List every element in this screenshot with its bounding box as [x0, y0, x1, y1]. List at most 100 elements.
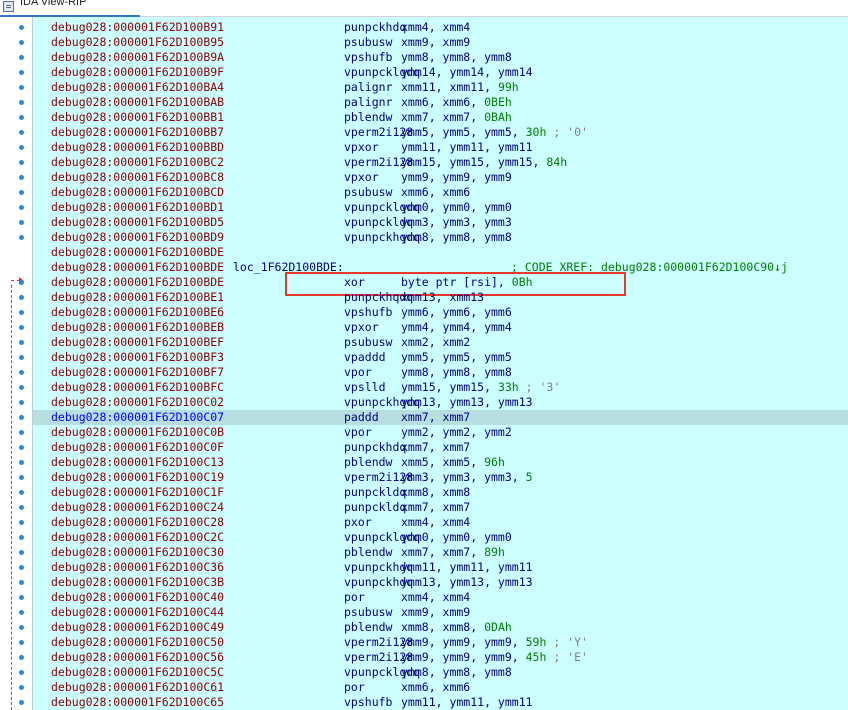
breakpoint-dot-icon[interactable] — [19, 160, 24, 165]
code-line[interactable]: debug028:000001F62D100C1F punpckldq xmm8, … — [33, 485, 848, 500]
breakpoint-dot-icon[interactable] — [19, 130, 24, 135]
code-line[interactable]: debug028:000001F62D100BD1 vpunpcklqdq ymm0… — [33, 200, 848, 215]
breakpoint-dot-icon[interactable] — [19, 685, 24, 690]
breakpoint-dot-icon[interactable] — [19, 385, 24, 390]
code-line[interactable]: debug028:000001F62D100BB7 vperm2i128 ymm5,… — [33, 125, 848, 140]
code-line[interactable]: debug028:000001F62D100C40 por xmm4, xmm4 — [33, 590, 848, 605]
breakpoint-dot-icon[interactable] — [19, 235, 24, 240]
breakpoint-dot-icon[interactable] — [19, 550, 24, 555]
code-line[interactable]: debug028:000001F62D100BA4 palignr xmm11, x… — [33, 80, 848, 95]
breakpoint-dot-icon[interactable] — [19, 115, 24, 120]
breakpoint-dot-icon[interactable] — [19, 670, 24, 675]
code-line[interactable]: debug028:000001F62D100BD9 vpunpckhqdq ymm8… — [33, 230, 848, 245]
breakpoint-dot-icon[interactable] — [19, 460, 24, 465]
breakpoint-dot-icon[interactable] — [19, 520, 24, 525]
code-line[interactable]: debug028:000001F62D100BDE xor byte ptr [rs… — [33, 275, 848, 290]
breakpoint-dot-icon[interactable] — [19, 40, 24, 45]
instruction-operands: xmm9, xmm9 — [401, 605, 470, 620]
code-line[interactable]: debug028:000001F62D100BE6 vpshufb ymm6, ym… — [33, 305, 848, 320]
code-line[interactable]: debug028:000001F62D100C5C vpunpcklqdq ymm8… — [33, 665, 848, 680]
breakpoint-dot-icon[interactable] — [19, 280, 24, 285]
code-line[interactable]: debug028:000001F62D100C56 vperm2i128 ymm9,… — [33, 650, 848, 665]
code-line[interactable]: debug028:000001F62D100C50 vperm2i128 ymm9,… — [33, 635, 848, 650]
code-line[interactable]: debug028:000001F62D100BC2 vperm2i128 ymm15… — [33, 155, 848, 170]
code-line[interactable]: debug028:000001F62D100BEF psubusw xmm2, xm… — [33, 335, 848, 350]
disassembly-view[interactable]: debug028:000001F62D100B91 punpckhdq xmm4, … — [0, 17, 848, 710]
code-line[interactable]: debug028:000001F62D100BDE loc_1F62D100BDE… — [33, 260, 848, 275]
breakpoint-dot-icon[interactable] — [19, 220, 24, 225]
xref-comment[interactable]: ; CODE XREF: debug028:000001F62D100C90↓j — [511, 260, 788, 275]
breakpoint-dot-icon[interactable] — [19, 595, 24, 600]
code-line[interactable]: debug028:000001F62D100C0B vpor ymm2, ymm2,… — [33, 425, 848, 440]
code-line[interactable]: debug028:000001F62D100BF3 vpaddd ymm5, ymm… — [33, 350, 848, 365]
code-line[interactable]: debug028:000001F62D100BCD psubusw xmm6, xm… — [33, 185, 848, 200]
breakpoint-dot-icon[interactable] — [19, 415, 24, 420]
breakpoint-dot-icon[interactable] — [19, 190, 24, 195]
code-line[interactable]: debug028:000001F62D100C49 pblendw xmm8, xm… — [33, 620, 848, 635]
breakpoint-dot-icon[interactable] — [19, 370, 24, 375]
code-line[interactable]: debug028:000001F62D100BE1 punpckhqdq xmm13… — [33, 290, 848, 305]
code-label[interactable]: loc_1F62D100BDE: — [233, 260, 344, 275]
breakpoint-dot-icon[interactable] — [19, 145, 24, 150]
line-address: debug028:000001F62D100C3B — [51, 575, 225, 589]
code-line[interactable]: debug028:000001F62D100BFC vpslld ymm15, ym… — [33, 380, 848, 395]
breakpoint-dot-icon[interactable] — [19, 25, 24, 30]
code-line[interactable]: debug028:000001F62D100BEB vpxor ymm4, ymm4… — [33, 320, 848, 335]
code-line[interactable]: debug028:000001F62D100BF7 vpor ymm8, ymm8,… — [33, 365, 848, 380]
breakpoint-dot-icon[interactable] — [19, 295, 24, 300]
breakpoint-dot-icon[interactable] — [19, 85, 24, 90]
code-line[interactable]: debug028:000001F62D100C07 paddd xmm7, xmm7 — [33, 410, 848, 425]
code-line[interactable]: debug028:000001F62D100BD5 vpunpckldq ymm3,… — [33, 215, 848, 230]
code-line[interactable]: debug028:000001F62D100C2C vpunpcklqdq ymm0… — [33, 530, 848, 545]
code-line[interactable]: debug028:000001F62D100C3B vpunpckhdq ymm13… — [33, 575, 848, 590]
code-line[interactable]: debug028:000001F62D100B91 punpckhdq xmm4, … — [33, 20, 848, 35]
code-line[interactable]: debug028:000001F62D100C61 por xmm6, xmm6 — [33, 680, 848, 695]
breakpoint-dot-icon[interactable] — [19, 565, 24, 570]
code-line[interactable]: debug028:000001F62D100B95 psubusw xmm9, xm… — [33, 35, 848, 50]
breakpoint-dot-icon[interactable] — [19, 430, 24, 435]
code-line[interactable]: debug028:000001F62D100BB1 pblendw xmm7, xm… — [33, 110, 848, 125]
breakpoint-dot-icon[interactable] — [19, 700, 24, 705]
breakpoint-dot-icon[interactable] — [19, 445, 24, 450]
breakpoint-dot-icon[interactable] — [19, 310, 24, 315]
code-line[interactable]: debug028:000001F62D100C13 pblendw xmm5, xm… — [33, 455, 848, 470]
breakpoint-dot-icon[interactable] — [19, 640, 24, 645]
breakpoint-dot-icon[interactable] — [19, 535, 24, 540]
code-line[interactable]: debug028:000001F62D100BBD vpxor ymm11, ymm… — [33, 140, 848, 155]
breakpoint-dot-icon[interactable] — [19, 625, 24, 630]
breakpoint-dot-icon[interactable] — [19, 325, 24, 330]
code-line[interactable]: debug028:000001F62D100C30 pblendw xmm7, xm… — [33, 545, 848, 560]
breakpoint-dot-icon[interactable] — [19, 400, 24, 405]
code-line[interactable]: debug028:000001F62D100C02 vpunpckhqdq ymm1… — [33, 395, 848, 410]
operand-registers: xmm6, xmm6 — [401, 185, 471, 199]
breakpoint-dot-icon[interactable] — [19, 580, 24, 585]
instruction-operands: xmm8, xmm8, 0DAh — [401, 620, 512, 635]
breakpoint-dot-icon[interactable] — [19, 655, 24, 660]
code-line[interactable]: debug028:000001F62D100C65 vpshufb ymm11, y… — [33, 695, 848, 710]
code-line[interactable]: debug028:000001F62D100BAB palignr xmm6, xm… — [33, 95, 848, 110]
breakpoint-dot-icon[interactable] — [19, 55, 24, 60]
code-line[interactable]: debug028:000001F62D100C28 pxor xmm4, xmm4 — [33, 515, 848, 530]
code-line[interactable]: debug028:000001F62D100B9A vpshufb ymm8, ym… — [33, 50, 848, 65]
breakpoint-dot-icon[interactable] — [19, 205, 24, 210]
breakpoint-dot-icon[interactable] — [19, 100, 24, 105]
breakpoint-dot-icon[interactable] — [19, 490, 24, 495]
breakpoint-dot-icon[interactable] — [19, 175, 24, 180]
breakpoint-dot-icon[interactable] — [19, 505, 24, 510]
code-line[interactable]: debug028:000001F62D100C44 psubusw xmm9, xm… — [33, 605, 848, 620]
code-line[interactable]: debug028:000001F62D100B9F vpunpcklqdq ymm1… — [33, 65, 848, 80]
instruction-operands: xmm4, xmm4 — [401, 590, 470, 605]
code-line[interactable]: debug028:000001F62D100C0F punpckhdq xmm7, … — [33, 440, 848, 455]
breakpoint-dot-icon[interactable] — [19, 475, 24, 480]
breakpoint-dot-icon[interactable] — [19, 610, 24, 615]
breakpoint-dot-icon[interactable] — [19, 70, 24, 75]
breakpoint-dot-icon[interactable] — [19, 340, 24, 345]
breakpoint-dot-icon[interactable] — [19, 355, 24, 360]
code-line[interactable]: debug028:000001F62D100C19 vperm2i128 ymm3,… — [33, 470, 848, 485]
code-line[interactable]: debug028:000001F62D100BDE — [33, 245, 848, 260]
code-line[interactable]: debug028:000001F62D100BC8 vpxor ymm9, ymm9… — [33, 170, 848, 185]
code-line[interactable]: debug028:000001F62D100C36 vpunpckhdq ymm11… — [33, 560, 848, 575]
code-line[interactable]: debug028:000001F62D100C24 punpckldq xmm7, … — [33, 500, 848, 515]
operand-registers: xmm8, xmm8 — [401, 485, 471, 499]
instruction-operands: xmm7, xmm7, 0BAh — [401, 110, 512, 125]
